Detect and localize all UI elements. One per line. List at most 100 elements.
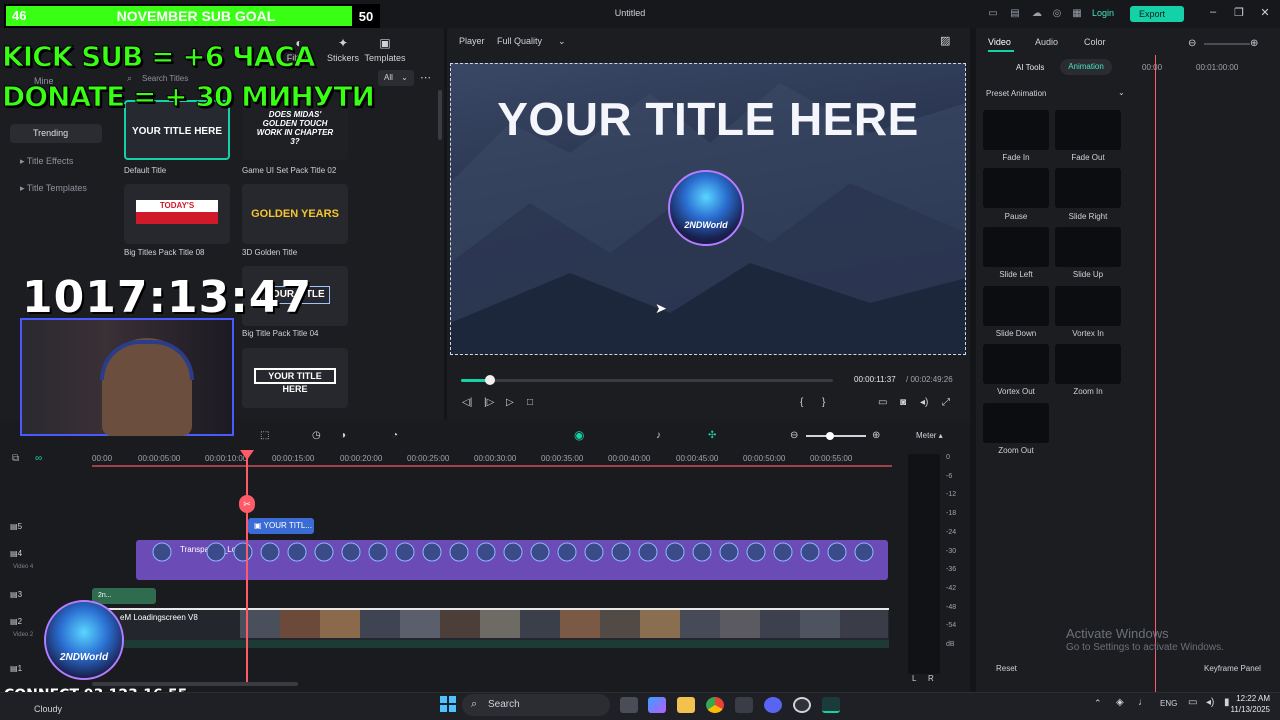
volume-tray-icon[interactable]: ◂): [1206, 697, 1214, 708]
sidebar-item-title-templates[interactable]: ▸ Title Templates: [20, 183, 87, 194]
save-icon[interactable]: ▤: [1008, 7, 1022, 21]
anim-pause[interactable]: [983, 168, 1049, 208]
track-header-2[interactable]: ▤2: [10, 617, 22, 626]
obs-icon[interactable]: [793, 697, 811, 713]
zoom-out-icon[interactable]: ⊖: [1188, 38, 1196, 49]
grid-icon[interactable]: ▦: [1070, 7, 1084, 21]
track-header-4[interactable]: ▤4: [10, 549, 22, 558]
sidebar-item-trending[interactable]: Trending: [10, 124, 102, 143]
library-scrollbar[interactable]: [438, 90, 442, 140]
weather-text[interactable]: Cloudy: [34, 704, 62, 714]
minimize-icon[interactable]: –: [1204, 6, 1222, 18]
snapshot-icon[interactable]: ▨: [940, 34, 950, 47]
link-icon[interactable]: ∞: [35, 453, 42, 464]
tray-chevron-icon[interactable]: ⌃: [1094, 698, 1102, 709]
taskbar-search[interactable]: Search: [462, 694, 610, 716]
tray-app-icon[interactable]: ◈: [1116, 697, 1124, 708]
title-overlay-text[interactable]: YOUR TITLE HERE: [450, 92, 966, 146]
anim-zoom-out[interactable]: [983, 403, 1049, 443]
meter-toggle[interactable]: Meter ▴: [916, 431, 943, 440]
crop-icon[interactable]: ⬚: [260, 430, 269, 441]
clock-date[interactable]: 11/13/2025: [1222, 705, 1270, 714]
timeline-zoom-out-icon[interactable]: ⊖: [790, 430, 798, 441]
layout-icon[interactable]: ▭: [986, 7, 1000, 21]
anim-zoom-in[interactable]: [1055, 344, 1121, 384]
timer-icon[interactable]: ◔: [392, 430, 398, 441]
playhead[interactable]: [246, 450, 248, 686]
play-icon[interactable]: ▷: [506, 397, 514, 408]
stop-icon[interactable]: □: [527, 397, 533, 408]
play-frame-icon[interactable]: |▷: [484, 397, 494, 408]
track-header-1[interactable]: ▤1: [10, 664, 22, 673]
mark-out-icon[interactable]: }: [822, 397, 825, 408]
anim-fade-out[interactable]: [1055, 110, 1121, 150]
anim-slide-down[interactable]: [983, 286, 1049, 326]
chrome-icon[interactable]: [706, 697, 724, 713]
mark-in-icon[interactable]: {: [800, 397, 803, 408]
timeline-zoom-slider[interactable]: [806, 435, 866, 437]
subtab-animation[interactable]: Animation: [1060, 59, 1112, 75]
timeline-zoom-handle[interactable]: [826, 432, 834, 440]
volume-icon[interactable]: ◂): [920, 397, 928, 408]
playback-scrubber[interactable]: [461, 379, 833, 382]
start-icon[interactable]: [440, 696, 456, 712]
close-icon[interactable]: ✕: [1256, 6, 1274, 19]
anim-vortex-out[interactable]: [983, 344, 1049, 384]
language-indicator[interactable]: ENG: [1160, 699, 1177, 708]
snap-icon[interactable]: ✣: [708, 430, 716, 441]
filter-dropdown[interactable]: All ⌄: [378, 70, 414, 86]
auto-ripple-icon[interactable]: ◉: [574, 428, 584, 442]
export-button[interactable]: Export: [1130, 6, 1184, 22]
copilot-icon[interactable]: [648, 697, 666, 713]
kf-playhead[interactable]: [1155, 55, 1156, 692]
scrubber-handle[interactable]: [485, 375, 495, 385]
track-header-3[interactable]: ▤3: [10, 590, 22, 599]
add-track-icon[interactable]: ⧉: [12, 453, 19, 464]
preset-animation-header[interactable]: Preset Animation: [986, 89, 1046, 98]
anim-slide-left[interactable]: [983, 227, 1049, 267]
subtab-ai-tools[interactable]: AI Tools: [1016, 63, 1044, 72]
network-icon[interactable]: ▭: [1188, 697, 1197, 708]
timeline-scrollbar[interactable]: [92, 682, 298, 686]
color-icon[interactable]: ◑: [340, 430, 346, 441]
anim-fade-in[interactable]: [983, 110, 1049, 150]
quality-dropdown[interactable]: Full Quality ⌄: [497, 36, 566, 47]
logo-overlay[interactable]: 2NDWorld: [668, 170, 744, 246]
title-thumb-headlines[interactable]: TODAY'S HEADLINES: [124, 184, 230, 244]
login-link[interactable]: Login: [1092, 8, 1114, 18]
filmora-icon[interactable]: [822, 697, 840, 713]
timeline-zoom-in-icon[interactable]: ⊕: [872, 430, 880, 441]
speed-icon[interactable]: ◷: [312, 430, 321, 441]
more-icon[interactable]: ⋯: [420, 71, 431, 84]
scissors-icon[interactable]: ✂: [239, 495, 255, 513]
chevron-down-icon[interactable]: ⌄: [1118, 88, 1125, 97]
tab-color[interactable]: Color: [1084, 37, 1106, 47]
maximize-icon[interactable]: ❐: [1230, 6, 1248, 19]
kf-zoom-slider[interactable]: [1204, 43, 1250, 45]
title-thumb-golden[interactable]: GOLDEN YEARS: [242, 184, 348, 244]
display-icon[interactable]: ▭: [878, 397, 887, 408]
keyframe-panel-button[interactable]: Keyframe Panel: [1204, 664, 1261, 673]
fullscreen-icon[interactable]: ⤢: [942, 397, 950, 408]
zoom-in-icon[interactable]: ⊕: [1250, 38, 1258, 49]
app-icon[interactable]: [735, 697, 753, 713]
file-explorer-icon[interactable]: [677, 697, 695, 713]
tab-video[interactable]: Video: [988, 37, 1011, 47]
prev-frame-icon[interactable]: ◁|: [462, 397, 472, 408]
anim-slide-right[interactable]: [1055, 168, 1121, 208]
tab-templates[interactable]: ▣ Templates: [360, 36, 410, 63]
sidebar-item-title-effects[interactable]: ▸ Title Effects: [20, 156, 73, 167]
reset-button[interactable]: Reset: [996, 664, 1017, 673]
tab-audio[interactable]: Audio: [1035, 37, 1058, 47]
title-clip[interactable]: ▣ YOUR TITL...: [248, 518, 314, 534]
headset-icon[interactable]: ◎: [1050, 7, 1064, 21]
track-header-5[interactable]: ▤5: [10, 522, 22, 531]
cloud-icon[interactable]: ☁: [1030, 7, 1044, 21]
anim-vortex-in[interactable]: [1055, 286, 1121, 326]
anim-slide-up[interactable]: [1055, 227, 1121, 267]
small-clip[interactable]: 2n...: [92, 588, 156, 604]
discord-icon[interactable]: [764, 697, 782, 713]
title-thumb-boxed[interactable]: YOUR TITLE HERE: [242, 348, 348, 408]
microphone-icon[interactable]: ♩: [1138, 697, 1148, 708]
clock-time[interactable]: 12:22 AM: [1224, 694, 1270, 703]
